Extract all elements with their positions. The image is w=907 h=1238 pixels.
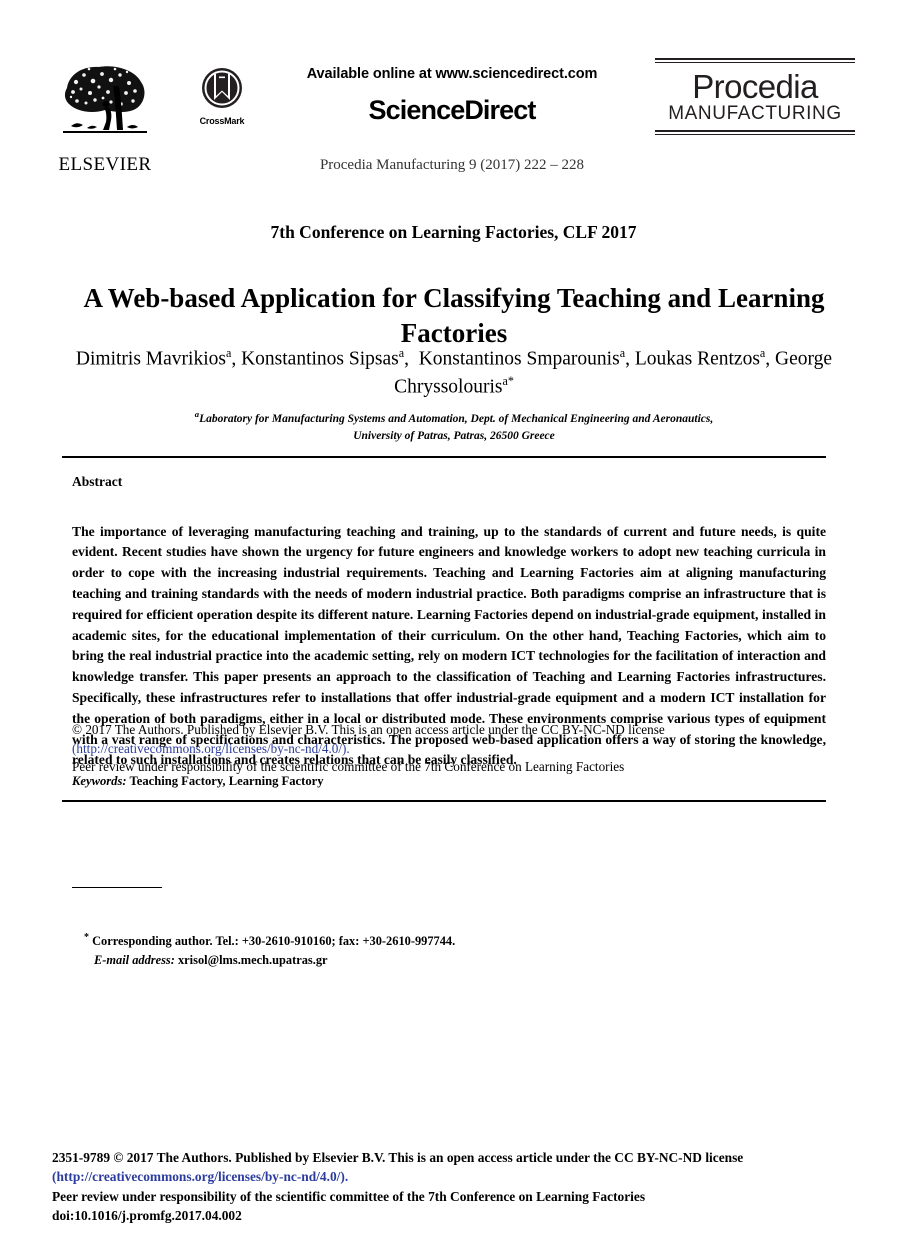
author-list: Dimitris Mavrikiosa, Konstantinos Sipsas… bbox=[75, 346, 833, 398]
author-affiliation-mark: a bbox=[225, 346, 232, 360]
procedia-manufacturing-logo: Procedia MANUFACTURING bbox=[655, 58, 855, 135]
footer-peer-review: Peer review under responsibility of the … bbox=[52, 1188, 646, 1204]
page-footer: 2351-9789 © 2017 The Authors. Published … bbox=[52, 1148, 842, 1226]
author-name: Konstantinos Smparounis bbox=[418, 348, 620, 370]
footnote-separator bbox=[72, 887, 162, 888]
sciencedirect-logo[interactable]: ScienceDirect bbox=[242, 95, 662, 126]
affiliation-line-1: Laboratory for Manufacturing Systems and… bbox=[199, 412, 714, 425]
keywords: Keywords: Teaching Factory, Learning Fac… bbox=[72, 774, 826, 789]
author-name: Loukas Rentzos bbox=[634, 348, 760, 370]
sciencedirect-block: Available online at www.sciencedirect.co… bbox=[242, 66, 662, 126]
footer-issn-line: 2351-9789 © 2017 The Authors. Published … bbox=[52, 1150, 744, 1165]
author-affiliation-mark: a bbox=[398, 346, 405, 360]
keywords-value: Teaching Factory, Learning Factory bbox=[126, 774, 324, 788]
copyright-line: © 2017 The Authors. Published by Elsevie… bbox=[72, 722, 665, 737]
available-online-text: Available online at www.sciencedirect.co… bbox=[306, 66, 598, 82]
keywords-label: Keywords: bbox=[72, 774, 127, 788]
masthead: ELSEVIER CrossMark Available online at w… bbox=[52, 52, 855, 192]
procedia-rule-bottom bbox=[655, 129, 855, 135]
affiliation: aLaboratory for Manufacturing Systems an… bbox=[112, 408, 796, 446]
license-link[interactable]: (http://creativecommons.org/licenses/by-… bbox=[72, 740, 826, 759]
page-title: A Web-based Application for Classifying … bbox=[83, 283, 825, 348]
author-name: Konstantinos Sipsas bbox=[241, 348, 399, 370]
abstract-copyright-block: © 2017 The Authors. Published by Elsevie… bbox=[72, 721, 826, 777]
corresponding-author-footnote: * Corresponding author. Tel.: +30-2610-9… bbox=[84, 930, 684, 971]
footer-license-link[interactable]: (http://creativecommons.org/licenses/by-… bbox=[52, 1167, 842, 1186]
abstract-top-rule bbox=[62, 456, 826, 458]
footer-doi[interactable]: doi:10.1016/j.promfg.2017.04.002 bbox=[52, 1206, 842, 1225]
procedia-wordmark: Procedia bbox=[692, 68, 818, 105]
corresponding-author-mark: * bbox=[507, 374, 514, 389]
email-value[interactable]: xrisol@lms.mech.upatras.gr bbox=[175, 953, 328, 967]
author-affiliation-mark: a bbox=[759, 346, 766, 360]
elsevier-wordmark: ELSEVIER bbox=[58, 154, 152, 175]
elsevier-tree-icon bbox=[63, 66, 147, 133]
author-name: Dimitris Mavrikios bbox=[75, 348, 226, 370]
conference-name: 7th Conference on Learning Factories, CL… bbox=[270, 222, 637, 242]
journal-reference: Procedia Manufacturing 9 (2017) 222 – 22… bbox=[319, 157, 585, 173]
article-first-page: ELSEVIER CrossMark Available online at w… bbox=[0, 0, 907, 1238]
footnote-contact-line: * Corresponding author. Tel.: +30-2610-9… bbox=[84, 930, 684, 951]
footnote-email-line: E-mail address: xrisol@lms.mech.upatras.… bbox=[84, 951, 684, 970]
abstract-bottom-rule bbox=[62, 800, 826, 802]
elsevier-logo: ELSEVIER bbox=[52, 58, 158, 174]
procedia-subtitle: MANUFACTURING bbox=[668, 103, 842, 124]
procedia-rule-top bbox=[655, 58, 855, 63]
email-label: E-mail address: bbox=[94, 953, 175, 968]
footnote-contact: Corresponding author. Tel.: +30-2610-910… bbox=[89, 934, 456, 949]
author-affiliation-mark: a bbox=[619, 346, 626, 360]
crossmark-icon bbox=[202, 68, 242, 108]
abstract-heading: Abstract bbox=[72, 474, 123, 489]
affiliation-line-2: University of Patras, Patras, 26500 Gree… bbox=[353, 430, 555, 443]
